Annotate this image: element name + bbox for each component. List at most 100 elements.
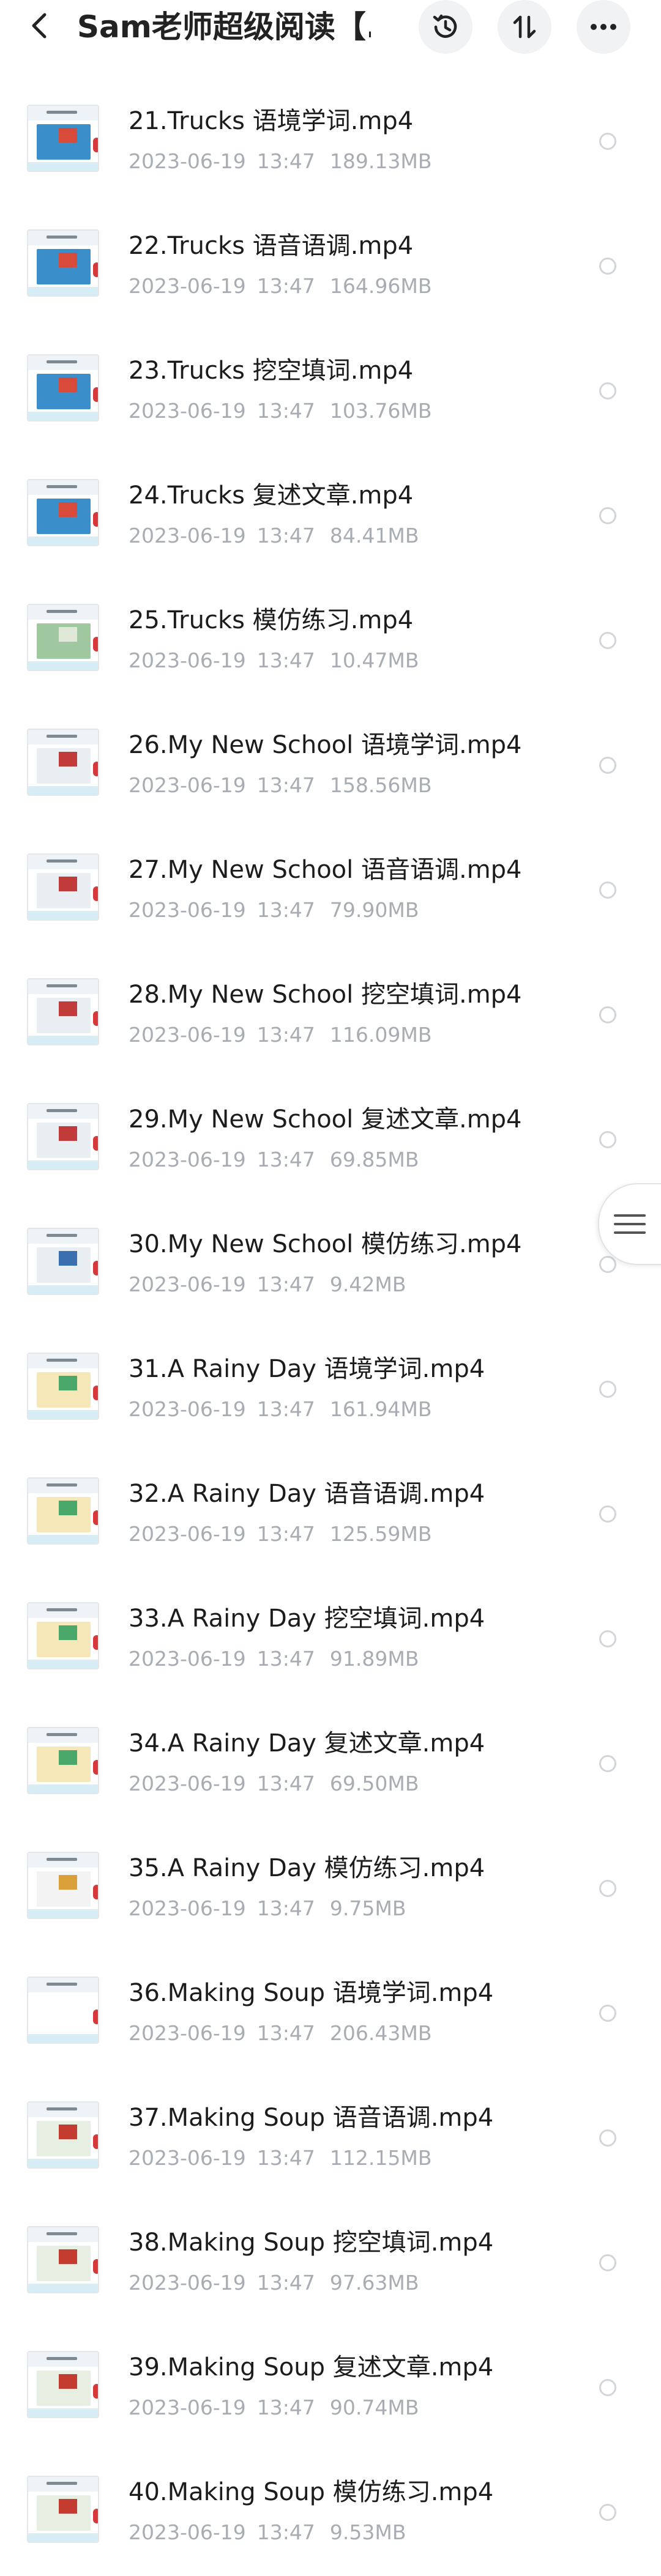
file-date: 2023-06-19 (129, 524, 246, 547)
history-button[interactable] (419, 0, 472, 54)
file-date: 2023-06-19 (129, 274, 246, 298)
file-name: 27.My New School 语音语调.mp4 (129, 856, 522, 884)
list-item[interactable]: 22.Trucks 语音语调.mp4 2023-06-19 13:47 164.96… (0, 186, 661, 311)
file-time: 13:47 (256, 1896, 315, 1920)
file-size: 69.50MB (329, 1772, 419, 1795)
file-meta: 2023-06-19 13:47 69.85MB (129, 1148, 419, 1172)
file-date: 2023-06-19 (129, 2520, 246, 2544)
list-item[interactable]: 33.A Rainy Day 挖空填词.mp4 2023-06-19 13:47 9… (0, 1559, 661, 1683)
file-meta: 2023-06-19 13:47 125.59MB (129, 1522, 431, 1546)
file-date: 2023-06-19 (129, 399, 246, 423)
select-radio[interactable] (599, 1256, 616, 1273)
select-radio[interactable] (599, 1755, 616, 1772)
list-item[interactable]: 37.Making Soup 语音语调.mp4 2023-06-19 13:47 1… (0, 2058, 661, 2183)
file-time: 13:47 (256, 2520, 315, 2544)
file-time: 13:47 (256, 1647, 315, 1671)
page-title: Sam老师超级阅读【... (77, 9, 371, 45)
file-meta: 2023-06-19 13:47 9.42MB (129, 1272, 406, 1297)
select-radio[interactable] (599, 632, 616, 649)
list-item[interactable]: 32.A Rainy Day 语音语调.mp4 2023-06-19 13:47 1… (0, 1434, 661, 1559)
select-radio[interactable] (599, 1630, 616, 1647)
file-date: 2023-06-19 (129, 149, 246, 173)
file-date: 2023-06-19 (129, 1647, 246, 1671)
select-radio[interactable] (599, 1880, 616, 1897)
video-thumbnail (27, 1602, 99, 1669)
video-thumbnail (27, 354, 99, 421)
list-item[interactable]: 24.Trucks 复述文章.mp4 2023-06-19 13:47 84.41M… (0, 436, 661, 560)
file-date: 2023-06-19 (129, 1522, 246, 1546)
file-name: 35.A Rainy Day 模仿练习.mp4 (129, 1854, 485, 1882)
select-radio[interactable] (599, 133, 616, 150)
file-name: 32.A Rainy Day 语音语调.mp4 (129, 1480, 485, 1508)
file-name: 31.A Rainy Day 语境学词.mp4 (129, 1355, 485, 1383)
select-radio[interactable] (599, 882, 616, 899)
list-item[interactable]: 23.Trucks 挖空填词.mp4 2023-06-19 13:47 103.76… (0, 311, 661, 436)
list-item[interactable]: 21.Trucks 语境学词.mp4 2023-06-19 13:47 189.13… (0, 61, 661, 186)
list-item[interactable]: 29.My New School 复述文章.mp4 2023-06-19 13:4… (0, 1060, 661, 1184)
file-size: 84.41MB (329, 524, 419, 547)
list-item[interactable]: 36.Making Soup 语境学词.mp4 2023-06-19 13:47 2… (0, 1933, 661, 2058)
video-thumbnail (27, 1852, 99, 1919)
list-item[interactable]: 25.Trucks 模仿练习.mp4 2023-06-19 13:47 10.47M… (0, 560, 661, 685)
file-time: 13:47 (256, 1148, 315, 1171)
file-date: 2023-06-19 (129, 2146, 246, 2170)
select-radio[interactable] (599, 2005, 616, 2022)
video-thumbnail (27, 1977, 99, 2044)
file-size: 79.90MB (329, 898, 419, 922)
select-radio[interactable] (599, 507, 616, 524)
select-radio[interactable] (599, 258, 616, 275)
list-item[interactable]: 26.My New School 语境学词.mp4 2023-06-19 13:4… (0, 685, 661, 810)
select-radio[interactable] (599, 1131, 616, 1148)
file-size: 9.53MB (329, 2520, 406, 2544)
list-item[interactable]: 39.Making Soup 复述文章.mp4 2023-06-19 13:47 9… (0, 2307, 661, 2432)
select-radio[interactable] (599, 1505, 616, 1523)
file-size: 116.09MB (329, 1023, 432, 1047)
select-radio[interactable] (599, 1006, 616, 1023)
file-date: 2023-06-19 (129, 648, 246, 672)
file-time: 13:47 (256, 274, 315, 298)
back-button[interactable] (22, 9, 56, 43)
list-item[interactable]: 31.A Rainy Day 语境学词.mp4 2023-06-19 13:47 1… (0, 1309, 661, 1434)
video-thumbnail (27, 1353, 99, 1420)
video-thumbnail (27, 1477, 99, 1545)
list-item[interactable]: 38.Making Soup 挖空填词.mp4 2023-06-19 13:47 9… (0, 2183, 661, 2307)
video-thumbnail (27, 853, 99, 921)
file-time: 13:47 (256, 2146, 315, 2170)
file-time: 13:47 (256, 149, 315, 173)
list-item[interactable]: 28.My New School 挖空填词.mp4 2023-06-19 13:4… (0, 935, 661, 1060)
file-meta: 2023-06-19 13:47 9.53MB (129, 2520, 406, 2545)
file-size: 161.94MB (329, 1397, 432, 1421)
video-thumbnail (27, 1228, 99, 1295)
file-date: 2023-06-19 (129, 2396, 246, 2419)
sort-button[interactable] (498, 0, 551, 54)
video-thumbnail (27, 2226, 99, 2293)
select-radio[interactable] (599, 2379, 616, 2396)
file-name: 26.My New School 语境学词.mp4 (129, 731, 522, 759)
select-radio[interactable] (599, 2129, 616, 2147)
file-size: 9.75MB (329, 1896, 406, 1920)
select-radio[interactable] (599, 1381, 616, 1398)
file-name: 28.My New School 挖空填词.mp4 (129, 981, 522, 1009)
file-time: 13:47 (256, 898, 315, 922)
list-item[interactable]: 40.Making Soup 模仿练习.mp4 2023-06-19 13:47 9… (0, 2432, 661, 2557)
file-name: 39.Making Soup 复述文章.mp4 (129, 2353, 494, 2381)
file-name: 36.Making Soup 语境学词.mp4 (129, 1979, 494, 2007)
list-item[interactable]: 27.My New School 语音语调.mp4 2023-06-19 13:4… (0, 810, 661, 935)
select-radio[interactable] (599, 757, 616, 774)
file-meta: 2023-06-19 13:47 206.43MB (129, 2021, 431, 2046)
video-thumbnail (27, 1727, 99, 1794)
sort-icon (513, 15, 536, 39)
file-name: 24.Trucks 复述文章.mp4 (129, 481, 414, 510)
top-bar: Sam老师超级阅读【... (0, 0, 661, 54)
file-meta: 2023-06-19 13:47 9.75MB (129, 1896, 406, 1921)
more-button[interactable] (577, 0, 630, 54)
file-size: 125.59MB (329, 1522, 432, 1546)
select-radio[interactable] (599, 382, 616, 399)
select-radio[interactable] (599, 2254, 616, 2271)
file-meta: 2023-06-19 13:47 116.09MB (129, 1023, 431, 1047)
list-item[interactable]: 34.A Rainy Day 复述文章.mp4 2023-06-19 13:47 6… (0, 1683, 661, 1808)
file-meta: 2023-06-19 13:47 164.96MB (129, 274, 431, 299)
list-item[interactable]: 30.My New School 模仿练习.mp4 2023-06-19 13:4… (0, 1184, 661, 1309)
list-item[interactable]: 35.A Rainy Day 模仿练习.mp4 2023-06-19 13:47 9… (0, 1808, 661, 1933)
select-radio[interactable] (599, 2504, 616, 2521)
